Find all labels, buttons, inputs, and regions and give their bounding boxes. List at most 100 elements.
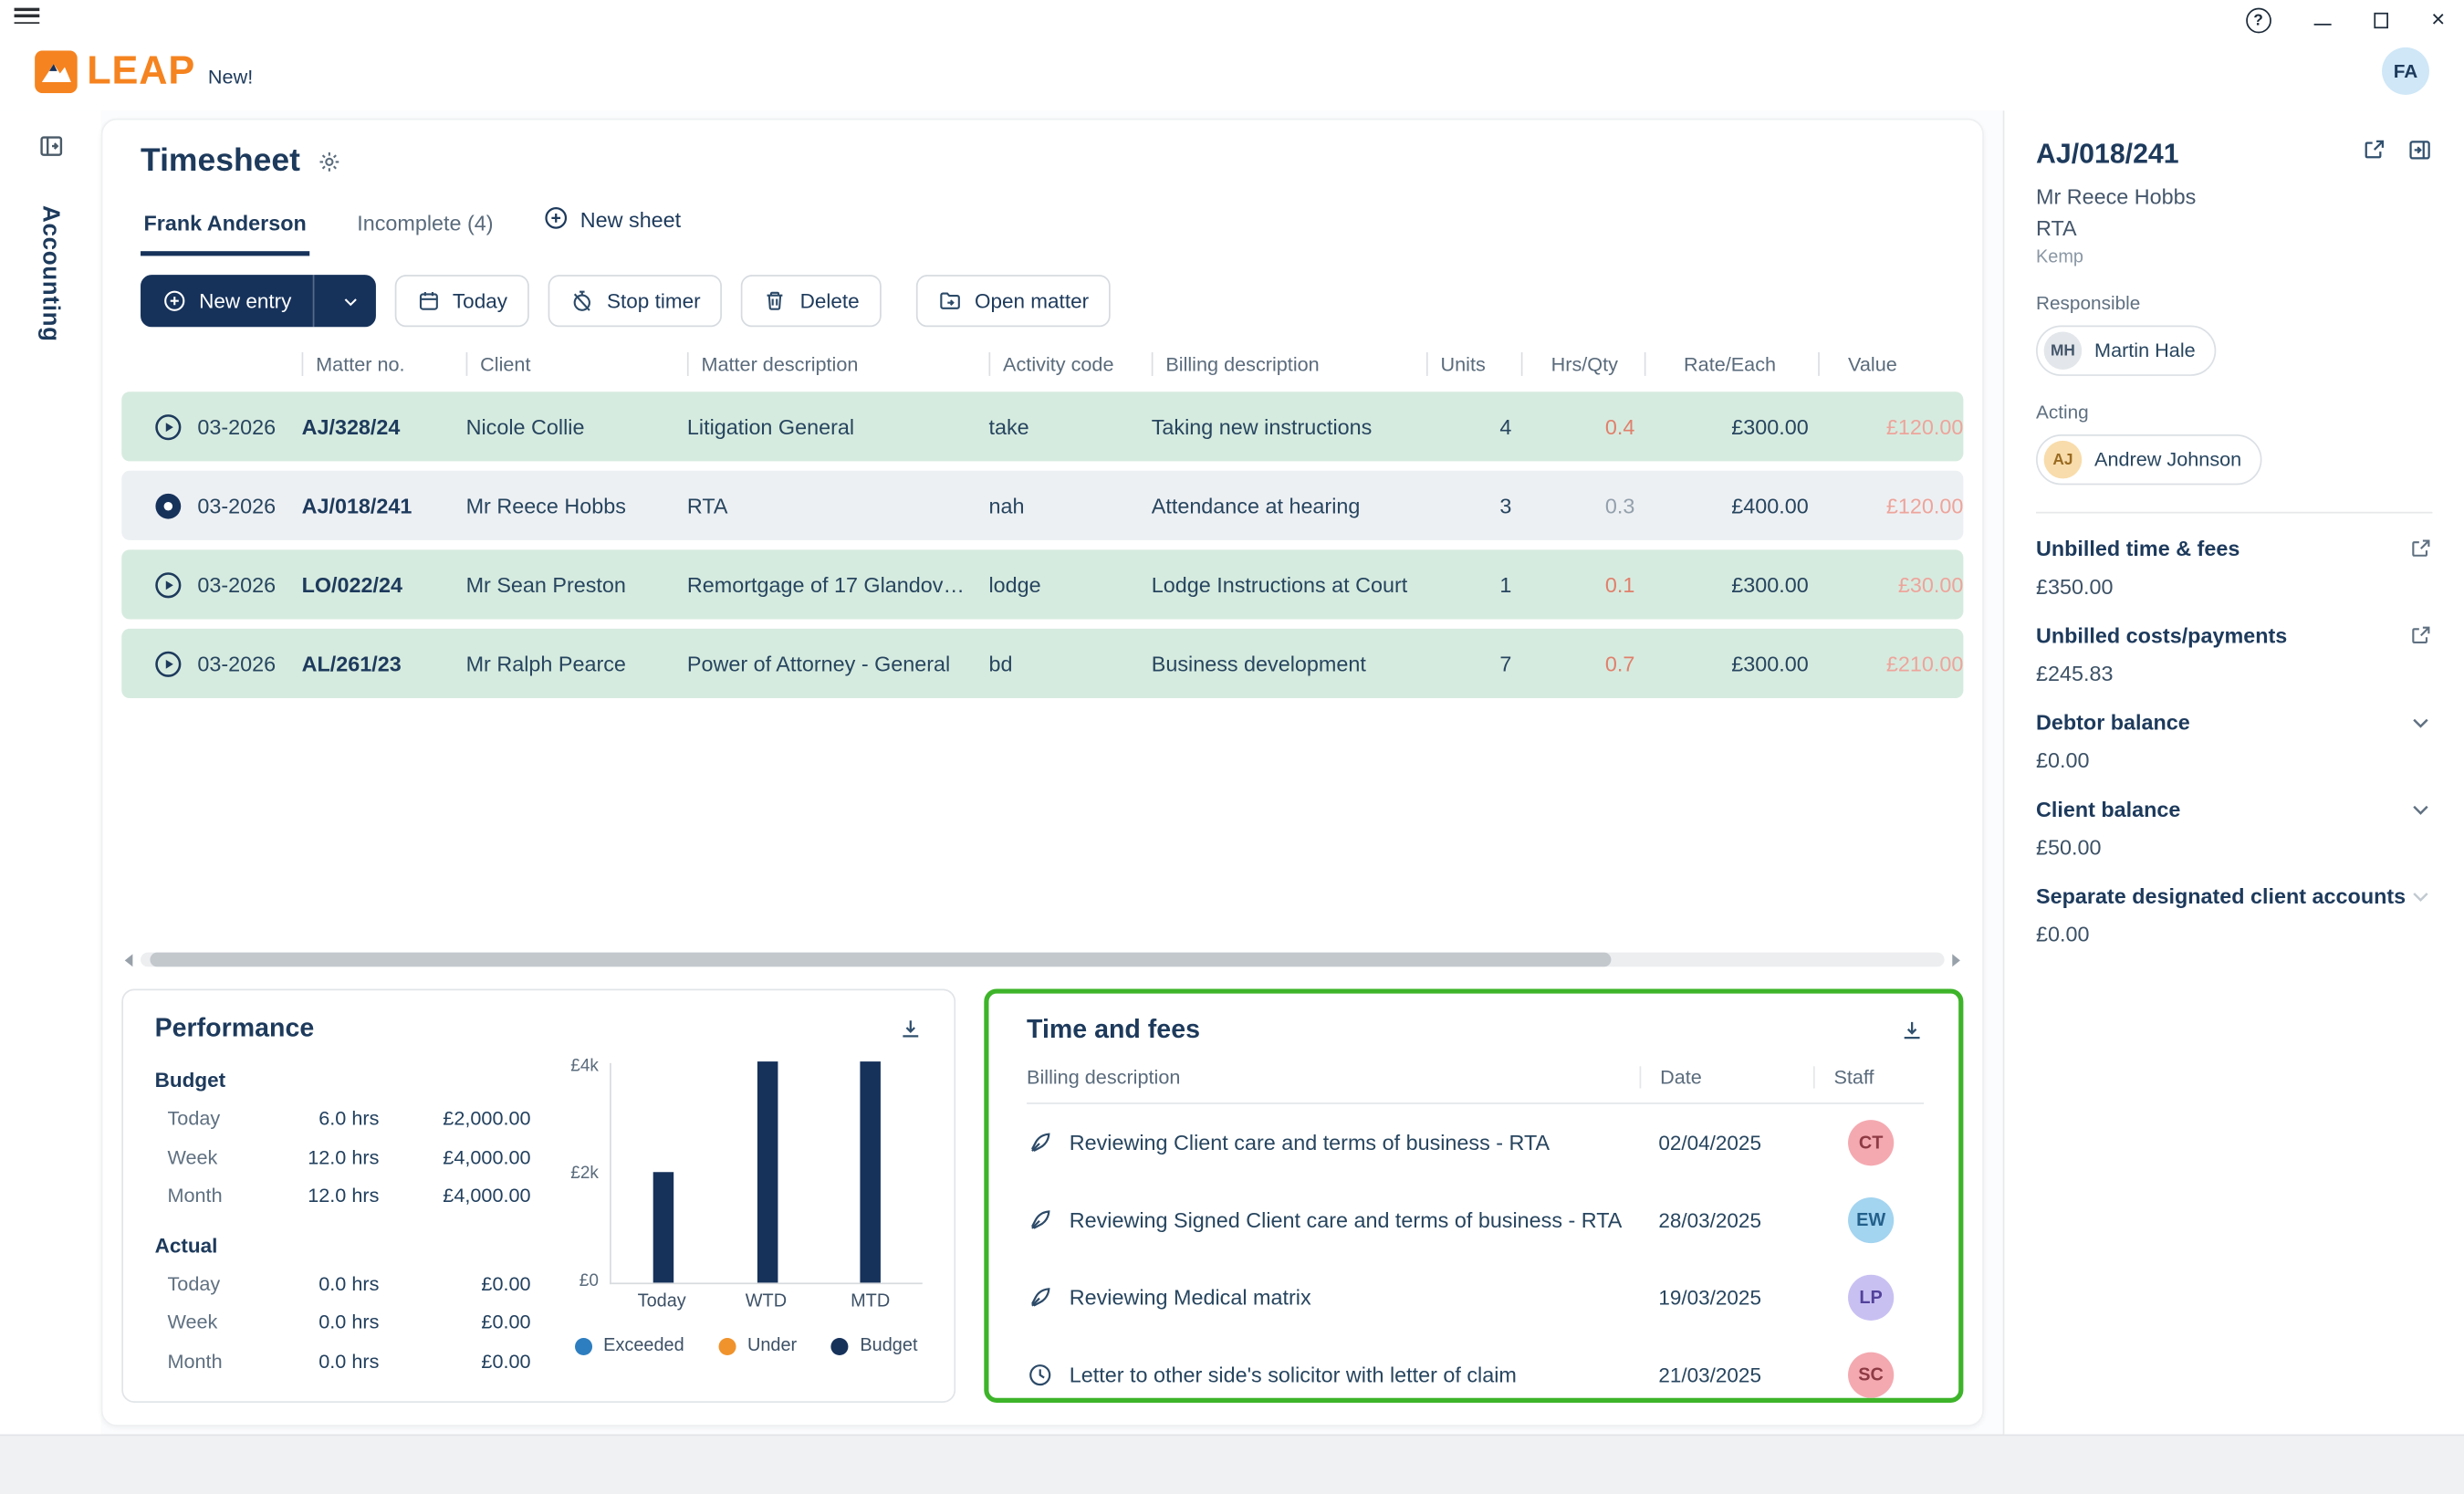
col-billing-description[interactable]: Billing description	[1152, 352, 1426, 376]
staff-avatar[interactable]: LP	[1848, 1275, 1894, 1321]
scroll-left-icon[interactable]	[125, 954, 133, 966]
screen: ? × LEAP New! FA Accounting Timesheet	[0, 0, 2464, 1494]
col-date[interactable]	[197, 352, 301, 376]
chart-bar-budget[interactable]	[757, 1061, 778, 1282]
cell-hrs-qty: 0.1	[1521, 572, 1644, 596]
timesheet-row[interactable]: 03-2026LO/022/24Mr Sean PrestonRemortgag…	[121, 549, 1963, 619]
new-entry-button[interactable]: New entry	[141, 275, 375, 327]
cell-matter-no[interactable]: AJ/328/24	[302, 414, 466, 438]
delete-button[interactable]: Delete	[742, 275, 882, 327]
timesheet-row[interactable]: 03-2026AL/261/23Mr Ralph PearcePower of …	[121, 629, 1963, 698]
fee-row[interactable]: Reviewing Medical matrix19/03/2025LP	[1027, 1259, 1924, 1336]
cell-matter-no[interactable]: LO/022/24	[302, 572, 466, 596]
download-icon[interactable]	[899, 1018, 923, 1041]
avatar: MH	[2044, 331, 2083, 370]
cell-client: Mr Reece Hobbs	[466, 494, 687, 517]
scroll-right-icon[interactable]	[1952, 954, 1960, 966]
col-client[interactable]: Client	[466, 352, 687, 376]
cell-value: £30.00	[1818, 572, 1973, 596]
external-link-icon[interactable]	[2408, 624, 2432, 648]
matter-section-header[interactable]: Debtor balance	[2036, 711, 2432, 735]
open-matter-button[interactable]: Open matter	[916, 275, 1111, 327]
col-value[interactable]: Value	[1818, 352, 1973, 376]
chart-bar-budget[interactable]	[861, 1061, 882, 1282]
cell-client: Mr Sean Preston	[466, 572, 687, 596]
fee-row[interactable]: Letter to other side's solicitor with le…	[1027, 1336, 1924, 1403]
staff-avatar[interactable]: EW	[1848, 1197, 1894, 1243]
help-icon[interactable]: ?	[2246, 8, 2271, 34]
matter-section-header[interactable]: Separate designated client accounts	[2036, 884, 2432, 908]
minimize-icon[interactable]	[2313, 23, 2331, 26]
maximize-icon[interactable]	[2374, 13, 2388, 27]
fee-entry-icon	[1027, 1207, 1053, 1233]
external-link-icon[interactable]	[2362, 138, 2387, 163]
plus-circle-icon	[162, 289, 186, 313]
play-icon[interactable]	[138, 648, 198, 678]
chevron-down-icon[interactable]	[2408, 884, 2432, 908]
chevron-down-icon[interactable]	[2408, 711, 2432, 735]
matter-section-label: Unbilled costs/payments	[2036, 624, 2287, 648]
play-icon[interactable]	[138, 412, 198, 442]
collapse-panel-icon[interactable]	[2407, 138, 2433, 163]
x-axis-label: Today	[638, 1292, 686, 1311]
staff-avatar[interactable]: SC	[1848, 1353, 1894, 1398]
timesheet-row[interactable]: 03-2026AJ/328/24Nicole CollieLitigation …	[121, 392, 1963, 461]
new-sheet-button[interactable]: New sheet	[541, 193, 684, 256]
panel-toggle-icon[interactable]	[37, 132, 64, 167]
matter-section-header[interactable]: Client balance	[2036, 798, 2432, 821]
close-icon[interactable]: ×	[2431, 11, 2445, 30]
acting-person[interactable]: AJ Andrew Johnson	[2036, 434, 2262, 485]
matter-panel: AJ/018/241 Mr Reece Hobbs RTA Kemp Respo…	[2003, 110, 2464, 1434]
fee-row[interactable]: Reviewing Client care and terms of busin…	[1027, 1104, 1924, 1182]
cell-matter-description: Remortgage of 17 Glandovey ...	[687, 572, 989, 596]
col-rate-each[interactable]: Rate/Each	[1644, 352, 1818, 376]
timesheet-row[interactable]: 03-2026AJ/018/241Mr Reece HobbsRTAnahAtt…	[121, 471, 1963, 540]
user-avatar[interactable]: FA	[2382, 47, 2429, 95]
cell-matter-no[interactable]: AL/261/23	[302, 652, 466, 675]
sidebar-accounting-tab[interactable]: Accounting	[37, 205, 64, 342]
leap-logo-text: LEAP	[87, 48, 195, 94]
table-header: Matter no. Client Matter description Act…	[121, 352, 1963, 389]
fee-row[interactable]: Reviewing Signed Client care and terms o…	[1027, 1182, 1924, 1259]
fee-date: 19/03/2025	[1640, 1286, 1813, 1310]
col-hrs-qty[interactable]: Hrs/Qty	[1521, 352, 1644, 376]
timesheet-card: Timesheet Frank Anderson Incomplete (4) …	[101, 119, 1984, 1426]
cell-value: £120.00	[1818, 494, 1973, 517]
cell-rate-each: £300.00	[1644, 414, 1818, 438]
matter-section: Separate designated client accounts£0.00	[2036, 884, 2432, 946]
responsible-person[interactable]: MH Martin Hale	[2036, 326, 2216, 376]
y-axis-tick: £2k	[570, 1165, 599, 1184]
new-badge[interactable]: New!	[208, 67, 253, 89]
staff-avatar[interactable]: CT	[1848, 1120, 1894, 1165]
matter-section-header[interactable]: Unbilled time & fees	[2036, 537, 2432, 560]
tab-frank-anderson[interactable]: Frank Anderson	[141, 199, 309, 256]
cell-client: Mr Ralph Pearce	[466, 652, 687, 675]
chevron-down-icon[interactable]	[326, 291, 373, 310]
chevron-down-icon[interactable]	[2408, 798, 2432, 821]
menu-icon[interactable]	[15, 8, 40, 28]
performance-title: Performance	[155, 1014, 315, 1044]
settings-gear-button[interactable]	[318, 150, 341, 173]
scrollbar-track[interactable]	[141, 953, 1945, 967]
chart-bar-budget[interactable]	[653, 1172, 673, 1282]
col-matter-description[interactable]: Matter description	[687, 352, 989, 376]
budget-label: Budget	[155, 1068, 553, 1092]
matter-section-value: £245.83	[2036, 662, 2432, 685]
scrollbar-thumb[interactable]	[150, 953, 1611, 967]
today-button[interactable]: Today	[394, 275, 529, 327]
stop-timer-button[interactable]: Stop timer	[548, 275, 723, 327]
tab-incomplete[interactable]: Incomplete (4)	[354, 199, 496, 256]
play-icon[interactable]	[138, 569, 198, 600]
matter-section-header[interactable]: Unbilled costs/payments	[2036, 624, 2432, 648]
cell-matter-no[interactable]: AJ/018/241	[302, 494, 466, 517]
col-activity-code[interactable]: Activity code	[988, 352, 1151, 376]
cell-client: Nicole Collie	[466, 414, 687, 438]
time-and-fees-panel: Time and fees Billing description Date S…	[984, 988, 1963, 1402]
col-units[interactable]: Units	[1426, 352, 1521, 376]
recording-icon[interactable]	[138, 490, 198, 520]
download-icon[interactable]	[1900, 1019, 1924, 1042]
col-matter-no[interactable]: Matter no.	[302, 352, 466, 376]
matter-staff: Kemp	[2036, 248, 2432, 267]
external-link-icon[interactable]	[2408, 537, 2432, 560]
matter-type: RTA	[2036, 216, 2432, 240]
